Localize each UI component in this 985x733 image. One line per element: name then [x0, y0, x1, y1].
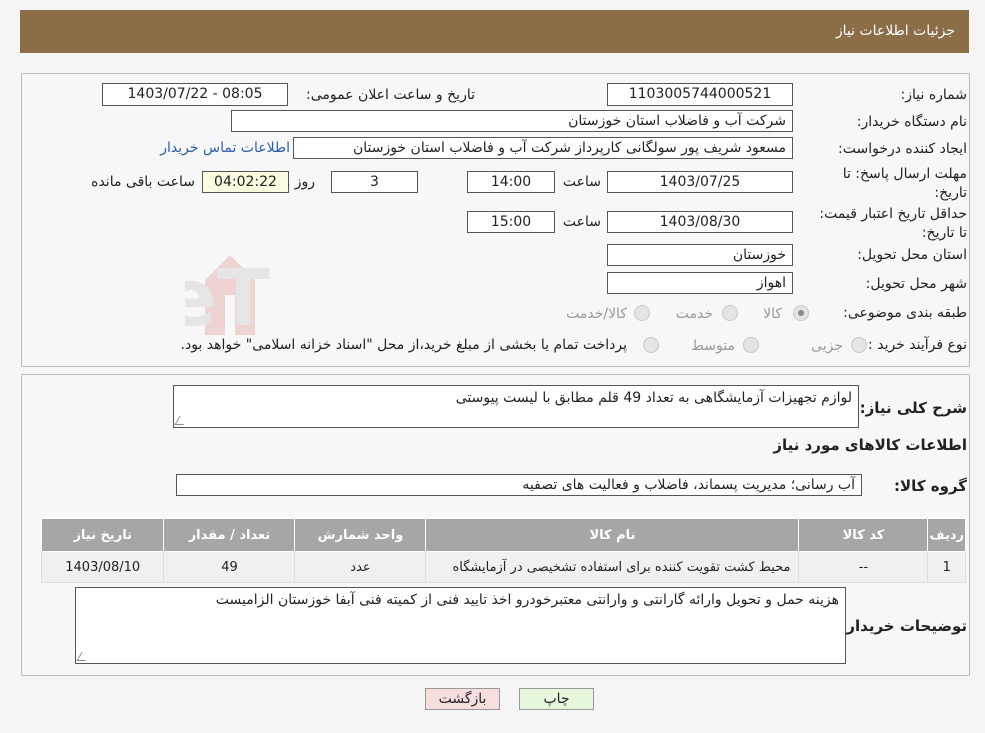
price-validity-label: حداقل تاریخ اعتبار قیمت: تا تاریخ:: [819, 206, 967, 241]
contact-info-link[interactable]: اطلاعات تماس خریدار: [160, 140, 290, 156]
reply-time-label: ساعت: [562, 174, 601, 190]
announce-label: تاریخ و ساعت اعلان عمومی:: [306, 87, 475, 103]
description-label: شرح کلی نیاز:: [859, 399, 967, 417]
col-code-header: کد کالا: [798, 518, 929, 552]
description-field: لوازم تجهیزات آزمایشگاهی به تعداد 49 قلم…: [173, 385, 859, 428]
process-medium-radio[interactable]: [743, 337, 759, 353]
payment-checkbox[interactable]: [643, 337, 659, 353]
category-goods-radio[interactable]: [793, 305, 809, 321]
buyer-org-label: نام دستگاه خریدار:: [856, 114, 967, 130]
reply-date-field: 1403/07/25: [607, 171, 793, 193]
price-date-field: 1403/08/30: [607, 211, 793, 233]
buyer-notes-label: توضیحات خریدار:: [840, 617, 967, 635]
payment-note: پرداخت تمام یا بخشی از مبلغ خرید،از محل …: [180, 337, 627, 353]
goods-section-title: اطلاعات کالاهای مورد نیاز: [773, 436, 967, 454]
row-number-cell: 1: [927, 551, 966, 583]
requester-label: ایجاد کننده درخواست:: [838, 141, 967, 157]
price-time-label: ساعت: [562, 214, 601, 230]
goods-table: ردیف کد کالا نام کالا واحد شمارش تعداد /…: [40, 518, 966, 583]
quantity-cell: 49: [163, 551, 296, 583]
category-service-radio[interactable]: [722, 305, 738, 321]
goods-table-header: ردیف کد کالا نام کالا واحد شمارش تعداد /…: [40, 518, 966, 552]
process-label: نوع فرآیند خرید :: [868, 337, 967, 353]
table-row: 1 -- محیط کشت تقویت کننده برای استفاده ت…: [40, 551, 966, 583]
process-minor-radio[interactable]: [851, 337, 867, 353]
goods-group-label: گروه کالا:: [894, 477, 967, 495]
category-service-label: خدمت: [675, 306, 713, 322]
city-label: شهر محل تحویل:: [865, 276, 967, 292]
category-both-label: کالا/خدمت: [566, 306, 627, 322]
page-header: جزئیات اطلاعات نیاز: [20, 10, 969, 53]
announce-field: 1403/07/22 - 08:05: [102, 83, 288, 106]
buyer-notes-field: هزینه حمل و تحویل وارائه گارانتی و واران…: [75, 587, 846, 664]
col-qty-header: تعداد / مقدار: [163, 518, 296, 552]
col-name-header: نام کالا: [425, 518, 800, 552]
requester-field: مسعود شریف پور سولگانی کارپرداز شرکت آب …: [293, 137, 793, 159]
reply-time-field: 14:00: [467, 171, 555, 193]
province-label: استان محل تحویل:: [857, 247, 967, 263]
print-button[interactable]: چاپ: [519, 688, 594, 710]
price-time-field: 15:00: [467, 211, 555, 233]
need-number-field: 1103005744000521: [607, 83, 793, 106]
item-code-cell: --: [798, 551, 929, 583]
process-medium-label: متوسط: [691, 338, 735, 354]
category-both-radio[interactable]: [634, 305, 650, 321]
back-button[interactable]: بازگشت: [425, 688, 500, 710]
col-unit-header: واحد شمارش: [294, 518, 427, 552]
need-date-cell: 1403/08/10: [40, 551, 165, 583]
days-field: 3: [331, 171, 418, 193]
item-name-cell: محیط کشت تقویت کننده برای استفاده تشخیصی…: [425, 551, 800, 583]
city-field: اهواز: [607, 272, 793, 294]
buyer-org-field: شرکت آب و فاضلاب استان خوزستان: [231, 110, 793, 132]
need-number-label: شماره نیاز:: [900, 87, 968, 103]
category-label: طبقه بندی موضوعی:: [843, 305, 967, 321]
category-goods-label: کالا: [763, 306, 782, 322]
page-title: جزئیات اطلاعات نیاز: [835, 23, 955, 39]
reply-deadline-label: مهلت ارسال پاسخ: تا تاریخ:: [842, 166, 967, 201]
col-row-header: ردیف: [927, 518, 966, 552]
province-field: خوزستان: [607, 244, 793, 266]
remaining-time-label: ساعت باقی مانده: [91, 174, 195, 190]
process-minor-label: جزیی: [811, 338, 843, 354]
goods-group-field: آب رسانی؛ مدیریت پسماند، فاضلاب و فعالیت…: [176, 474, 862, 496]
remaining-time-field: 04:02:22: [202, 171, 289, 193]
col-date-header: تاریخ نیاز: [40, 518, 165, 552]
unit-cell: عدد: [294, 551, 427, 583]
